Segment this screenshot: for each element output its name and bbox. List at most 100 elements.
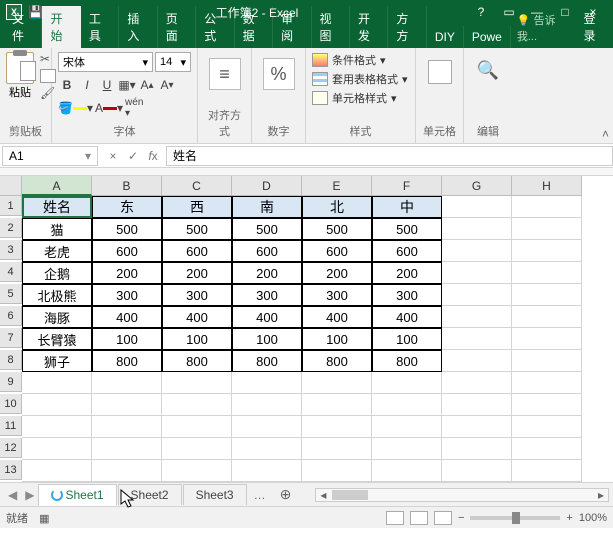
cell-A10[interactable] — [22, 394, 92, 416]
macro-record-icon[interactable]: ▦ — [39, 513, 49, 525]
cell-G3[interactable] — [442, 240, 512, 262]
scroll-thumb[interactable] — [332, 490, 368, 500]
cell-F13[interactable] — [372, 460, 442, 482]
sheet-tab-2[interactable]: Sheet2 — [118, 484, 182, 505]
tab-data[interactable]: 数据 — [235, 6, 273, 48]
cell-C11[interactable] — [162, 416, 232, 438]
page-break-view-icon[interactable] — [434, 511, 452, 525]
cell-G13[interactable] — [442, 460, 512, 482]
cell-style-button[interactable]: 单元格样式 ▾ — [312, 90, 409, 106]
zoom-value[interactable]: 100% — [579, 512, 607, 524]
cell-H3[interactable] — [512, 240, 582, 262]
phonetic-button[interactable]: wén▾ — [125, 98, 143, 118]
cell-C9[interactable] — [162, 372, 232, 394]
cell-D9[interactable] — [232, 372, 302, 394]
sheet-nav-prev-icon[interactable]: ◀ — [4, 488, 21, 502]
paste-button[interactable]: 粘贴 — [6, 52, 34, 100]
row-header-8[interactable]: 8 — [0, 350, 22, 370]
cell-A5[interactable]: 北极熊 — [22, 284, 92, 306]
row-header-9[interactable]: 9 — [0, 372, 22, 392]
sheet-tab-1[interactable]: Sheet1 — [38, 484, 116, 506]
shrink-font-button[interactable]: A▾ — [158, 75, 176, 95]
row-header-4[interactable]: 4 — [0, 262, 22, 282]
cell-F2[interactable]: 500 — [372, 218, 442, 240]
fill-color-button[interactable]: 🪣▾ — [58, 98, 93, 118]
cell-H2[interactable] — [512, 218, 582, 240]
cell-E6[interactable]: 400 — [302, 306, 372, 328]
cell-C8[interactable]: 800 — [162, 350, 232, 372]
font-color-button[interactable]: A▾ — [95, 98, 123, 118]
cell-F4[interactable]: 200 — [372, 262, 442, 284]
underline-button[interactable]: U — [98, 75, 116, 95]
cell-F12[interactable] — [372, 438, 442, 460]
cell-A1[interactable]: 姓名 — [22, 196, 92, 218]
cell-D1[interactable]: 南 — [232, 196, 302, 218]
cell-H13[interactable] — [512, 460, 582, 482]
cell-B4[interactable]: 200 — [92, 262, 162, 284]
cell-H7[interactable] — [512, 328, 582, 350]
cell-E1[interactable]: 北 — [302, 196, 372, 218]
number-icon[interactable]: % — [263, 58, 295, 90]
col-header-B[interactable]: B — [92, 176, 162, 196]
cells-icon[interactable] — [428, 60, 452, 84]
cell-H1[interactable] — [512, 196, 582, 218]
row-header-5[interactable]: 5 — [0, 284, 22, 304]
align-icon[interactable]: ≡ — [209, 58, 241, 90]
cell-G2[interactable] — [442, 218, 512, 240]
scroll-left-icon[interactable]: ◂ — [316, 488, 330, 502]
zoom-out-icon[interactable]: − — [458, 512, 464, 524]
col-header-E[interactable]: E — [302, 176, 372, 196]
cell-A2[interactable]: 猫 — [22, 218, 92, 240]
cell-G11[interactable] — [442, 416, 512, 438]
row-header-2[interactable]: 2 — [0, 218, 22, 238]
cell-E3[interactable]: 600 — [302, 240, 372, 262]
cell-B2[interactable]: 500 — [92, 218, 162, 240]
cell-B5[interactable]: 300 — [92, 284, 162, 306]
cell-H11[interactable] — [512, 416, 582, 438]
tab-review[interactable]: 审阅 — [273, 6, 311, 48]
cell-F9[interactable] — [372, 372, 442, 394]
cell-C3[interactable]: 600 — [162, 240, 232, 262]
cell-B9[interactable] — [92, 372, 162, 394]
row-header-12[interactable]: 12 — [0, 438, 22, 458]
sheet-tab-3[interactable]: Sheet3 — [183, 484, 247, 505]
cell-D3[interactable]: 600 — [232, 240, 302, 262]
cell-C5[interactable]: 300 — [162, 284, 232, 306]
col-header-H[interactable]: H — [512, 176, 582, 196]
cell-F7[interactable]: 100 — [372, 328, 442, 350]
cell-H10[interactable] — [512, 394, 582, 416]
cell-F3[interactable]: 600 — [372, 240, 442, 262]
cell-D5[interactable]: 300 — [232, 284, 302, 306]
cell-D2[interactable]: 500 — [232, 218, 302, 240]
row-header-11[interactable]: 11 — [0, 416, 22, 436]
cell-B1[interactable]: 东 — [92, 196, 162, 218]
cell-E13[interactable] — [302, 460, 372, 482]
cell-B11[interactable] — [92, 416, 162, 438]
cell-H4[interactable] — [512, 262, 582, 284]
cell-E5[interactable]: 300 — [302, 284, 372, 306]
conditional-format-button[interactable]: 条件格式 ▾ — [312, 52, 409, 68]
add-sheet-icon[interactable]: ⊕ — [272, 486, 300, 503]
select-all-corner[interactable] — [0, 176, 22, 196]
cell-B7[interactable]: 100 — [92, 328, 162, 350]
cell-B13[interactable] — [92, 460, 162, 482]
row-header-7[interactable]: 7 — [0, 328, 22, 348]
cell-D11[interactable] — [232, 416, 302, 438]
page-layout-view-icon[interactable] — [410, 511, 428, 525]
cell-C6[interactable]: 400 — [162, 306, 232, 328]
col-header-D[interactable]: D — [232, 176, 302, 196]
horizontal-scrollbar[interactable]: ◂ ▸ — [315, 488, 609, 502]
cell-D6[interactable]: 400 — [232, 306, 302, 328]
col-header-A[interactable]: A — [22, 176, 92, 196]
cell-H12[interactable] — [512, 438, 582, 460]
cell-G1[interactable] — [442, 196, 512, 218]
cell-F11[interactable] — [372, 416, 442, 438]
tab-direction[interactable]: 方方 — [388, 6, 426, 48]
cell-D13[interactable] — [232, 460, 302, 482]
cell-C4[interactable]: 200 — [162, 262, 232, 284]
tab-home[interactable]: 开始 — [42, 6, 80, 48]
col-header-C[interactable]: C — [162, 176, 232, 196]
cell-E7[interactable]: 100 — [302, 328, 372, 350]
cell-C12[interactable] — [162, 438, 232, 460]
border-button[interactable]: ▦▾ — [118, 75, 136, 95]
